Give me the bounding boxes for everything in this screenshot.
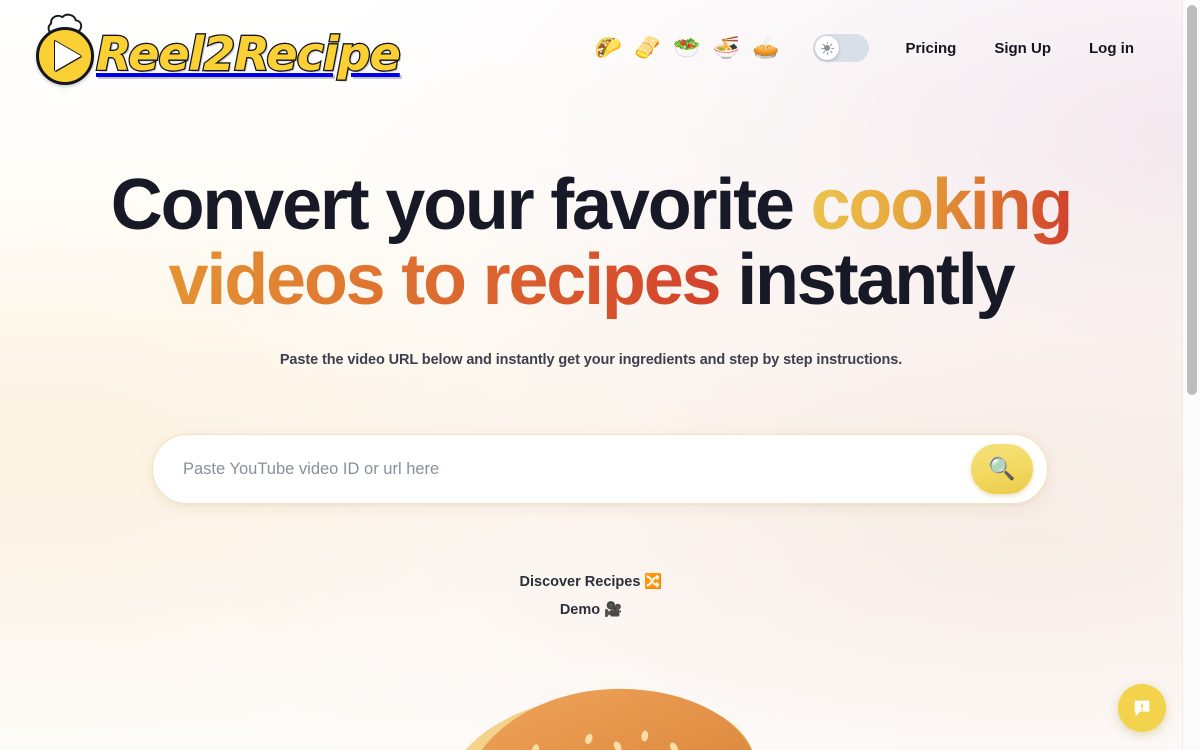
site-header: Reel2Recipe 🌮 🫔 🥗 🍜 🥧 Pricing Sign Up Lo… xyxy=(0,0,1182,96)
nav-link-sign-up[interactable]: Sign Up xyxy=(994,40,1051,57)
brand-name: Reel2Recipe xyxy=(95,27,402,81)
quick-link-discover-recipes[interactable]: Discover Recipes 🔀 xyxy=(0,568,1182,596)
headline-part-instantly: instantly xyxy=(719,239,1015,320)
chat-support-button[interactable] xyxy=(1118,684,1166,732)
theme-toggle[interactable] xyxy=(813,34,870,62)
scrollbar-thumb[interactable] xyxy=(1187,5,1197,395)
search-section: 🔍 xyxy=(152,434,1048,504)
hero-section: Convert your favorite cooking videos to … xyxy=(0,168,1182,368)
nav-link-log-in[interactable]: Log in xyxy=(1089,40,1134,57)
salad-emoji: 🥗 xyxy=(673,35,701,60)
page-title: Convert your favorite cooking videos to … xyxy=(0,168,1182,318)
quick-links: Discover Recipes 🔀 Demo 🎥 xyxy=(0,568,1182,624)
main-navigation: Pricing Sign Up Log in xyxy=(905,40,1134,57)
quick-link-demo[interactable]: Demo 🎥 xyxy=(0,596,1182,624)
brand-logo[interactable]: Reel2Recipe xyxy=(32,9,402,87)
play-circle-icon xyxy=(36,27,94,85)
headline-highlight-videos-to-recipes: videos to recipes xyxy=(168,239,722,320)
pie-emoji: 🥧 xyxy=(752,35,780,60)
header-right-group: 🌮 🫔 🥗 🍜 🥧 Pricing Sign Up Log in xyxy=(594,34,1134,62)
chat-bubble-alert-icon xyxy=(1134,700,1150,717)
headline-highlight-cooking: cooking xyxy=(810,165,1074,245)
theme-toggle-knob xyxy=(815,36,840,60)
search-bar[interactable]: 🔍 xyxy=(152,434,1048,504)
taco-emoji: 🌮 xyxy=(594,35,622,60)
nav-link-pricing[interactable]: Pricing xyxy=(905,40,956,57)
search-input[interactable] xyxy=(183,459,971,479)
ramen-emoji: 🍜 xyxy=(712,35,741,60)
sun-icon xyxy=(821,41,835,55)
tamale-emoji: 🫔 xyxy=(633,35,662,60)
headline-part-1: Convert your favorite xyxy=(110,165,811,245)
search-submit-button[interactable]: 🔍 xyxy=(971,444,1033,494)
play-chef-hat-icon xyxy=(32,11,94,87)
search-icon: 🔍 xyxy=(988,456,1016,481)
food-emoji-row: 🌮 🫔 🥗 🍜 🥧 xyxy=(594,37,779,59)
burger-bun-illustration xyxy=(452,688,763,750)
vertical-scrollbar[interactable] xyxy=(1182,0,1200,750)
hero-subheadline: Paste the video URL below and instantly … xyxy=(279,351,903,368)
